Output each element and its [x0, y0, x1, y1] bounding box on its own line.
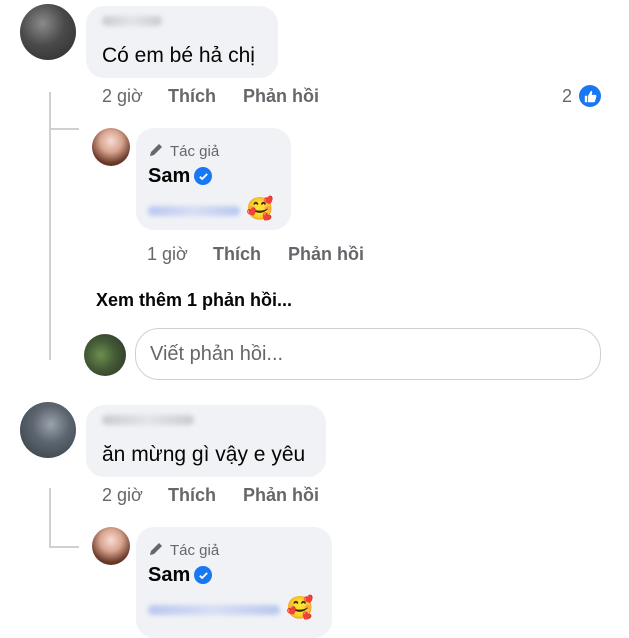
like-button[interactable]: Thích [168, 485, 216, 506]
thread-line-1 [49, 92, 51, 360]
reply-button[interactable]: Phản hồi [243, 86, 319, 107]
comment-text: Có em bé hả chị [102, 44, 255, 67]
view-more-replies-link[interactable]: Xem thêm 1 phản hồi... [96, 290, 292, 311]
blurred-mention [148, 605, 280, 615]
thread-connector-2 [49, 546, 79, 548]
like-button[interactable]: Thích [213, 244, 261, 265]
author-avatar[interactable] [92, 128, 130, 166]
thread-line-2 [49, 488, 51, 548]
like-reaction-icon[interactable] [579, 85, 601, 107]
comment-time[interactable]: 2 giờ [102, 485, 143, 506]
author-tag: Tác giả [170, 542, 220, 559]
author-reply-bubble: Tác giả Sam 🥰 [136, 128, 291, 230]
reaction-count[interactable]: 2 [562, 86, 572, 107]
blurred-author-name [102, 16, 162, 26]
reply-time[interactable]: 1 giờ [147, 244, 188, 265]
reply-input[interactable]: Viết phản hồi... [135, 328, 601, 380]
author-avatar[interactable] [92, 527, 130, 565]
pencil-icon [148, 142, 164, 163]
author-tag: Tác giả [170, 143, 220, 160]
reply-button[interactable]: Phản hồi [288, 244, 364, 265]
avatar[interactable] [20, 4, 76, 60]
comment-time[interactable]: 2 giờ [102, 86, 143, 107]
current-user-avatar [84, 334, 126, 376]
comment-bubble: ăn mừng gì vậy e yêu [86, 405, 326, 477]
pencil-icon [148, 541, 164, 562]
reply-button[interactable]: Phản hồi [243, 485, 319, 506]
verified-badge-icon [194, 167, 212, 185]
verified-badge-icon [194, 566, 212, 584]
author-reply-bubble: Tác giả Sam 🥰 [136, 527, 332, 638]
author-name[interactable]: Sam [148, 165, 190, 188]
like-button[interactable]: Thích [168, 86, 216, 107]
comment-bubble: Có em bé hả chị [86, 6, 278, 78]
blurred-author-name [102, 415, 194, 425]
smiling-hearts-emoji: 🥰 [246, 196, 274, 221]
thread-connector-1 [49, 128, 79, 130]
reply-input-placeholder: Viết phản hồi... [150, 343, 284, 365]
avatar[interactable] [20, 402, 76, 458]
smiling-hearts-emoji: 🥰 [286, 595, 314, 620]
comment-text: ăn mừng gì vậy e yêu [102, 443, 306, 466]
author-name[interactable]: Sam [148, 564, 190, 587]
blurred-mention [148, 206, 240, 216]
